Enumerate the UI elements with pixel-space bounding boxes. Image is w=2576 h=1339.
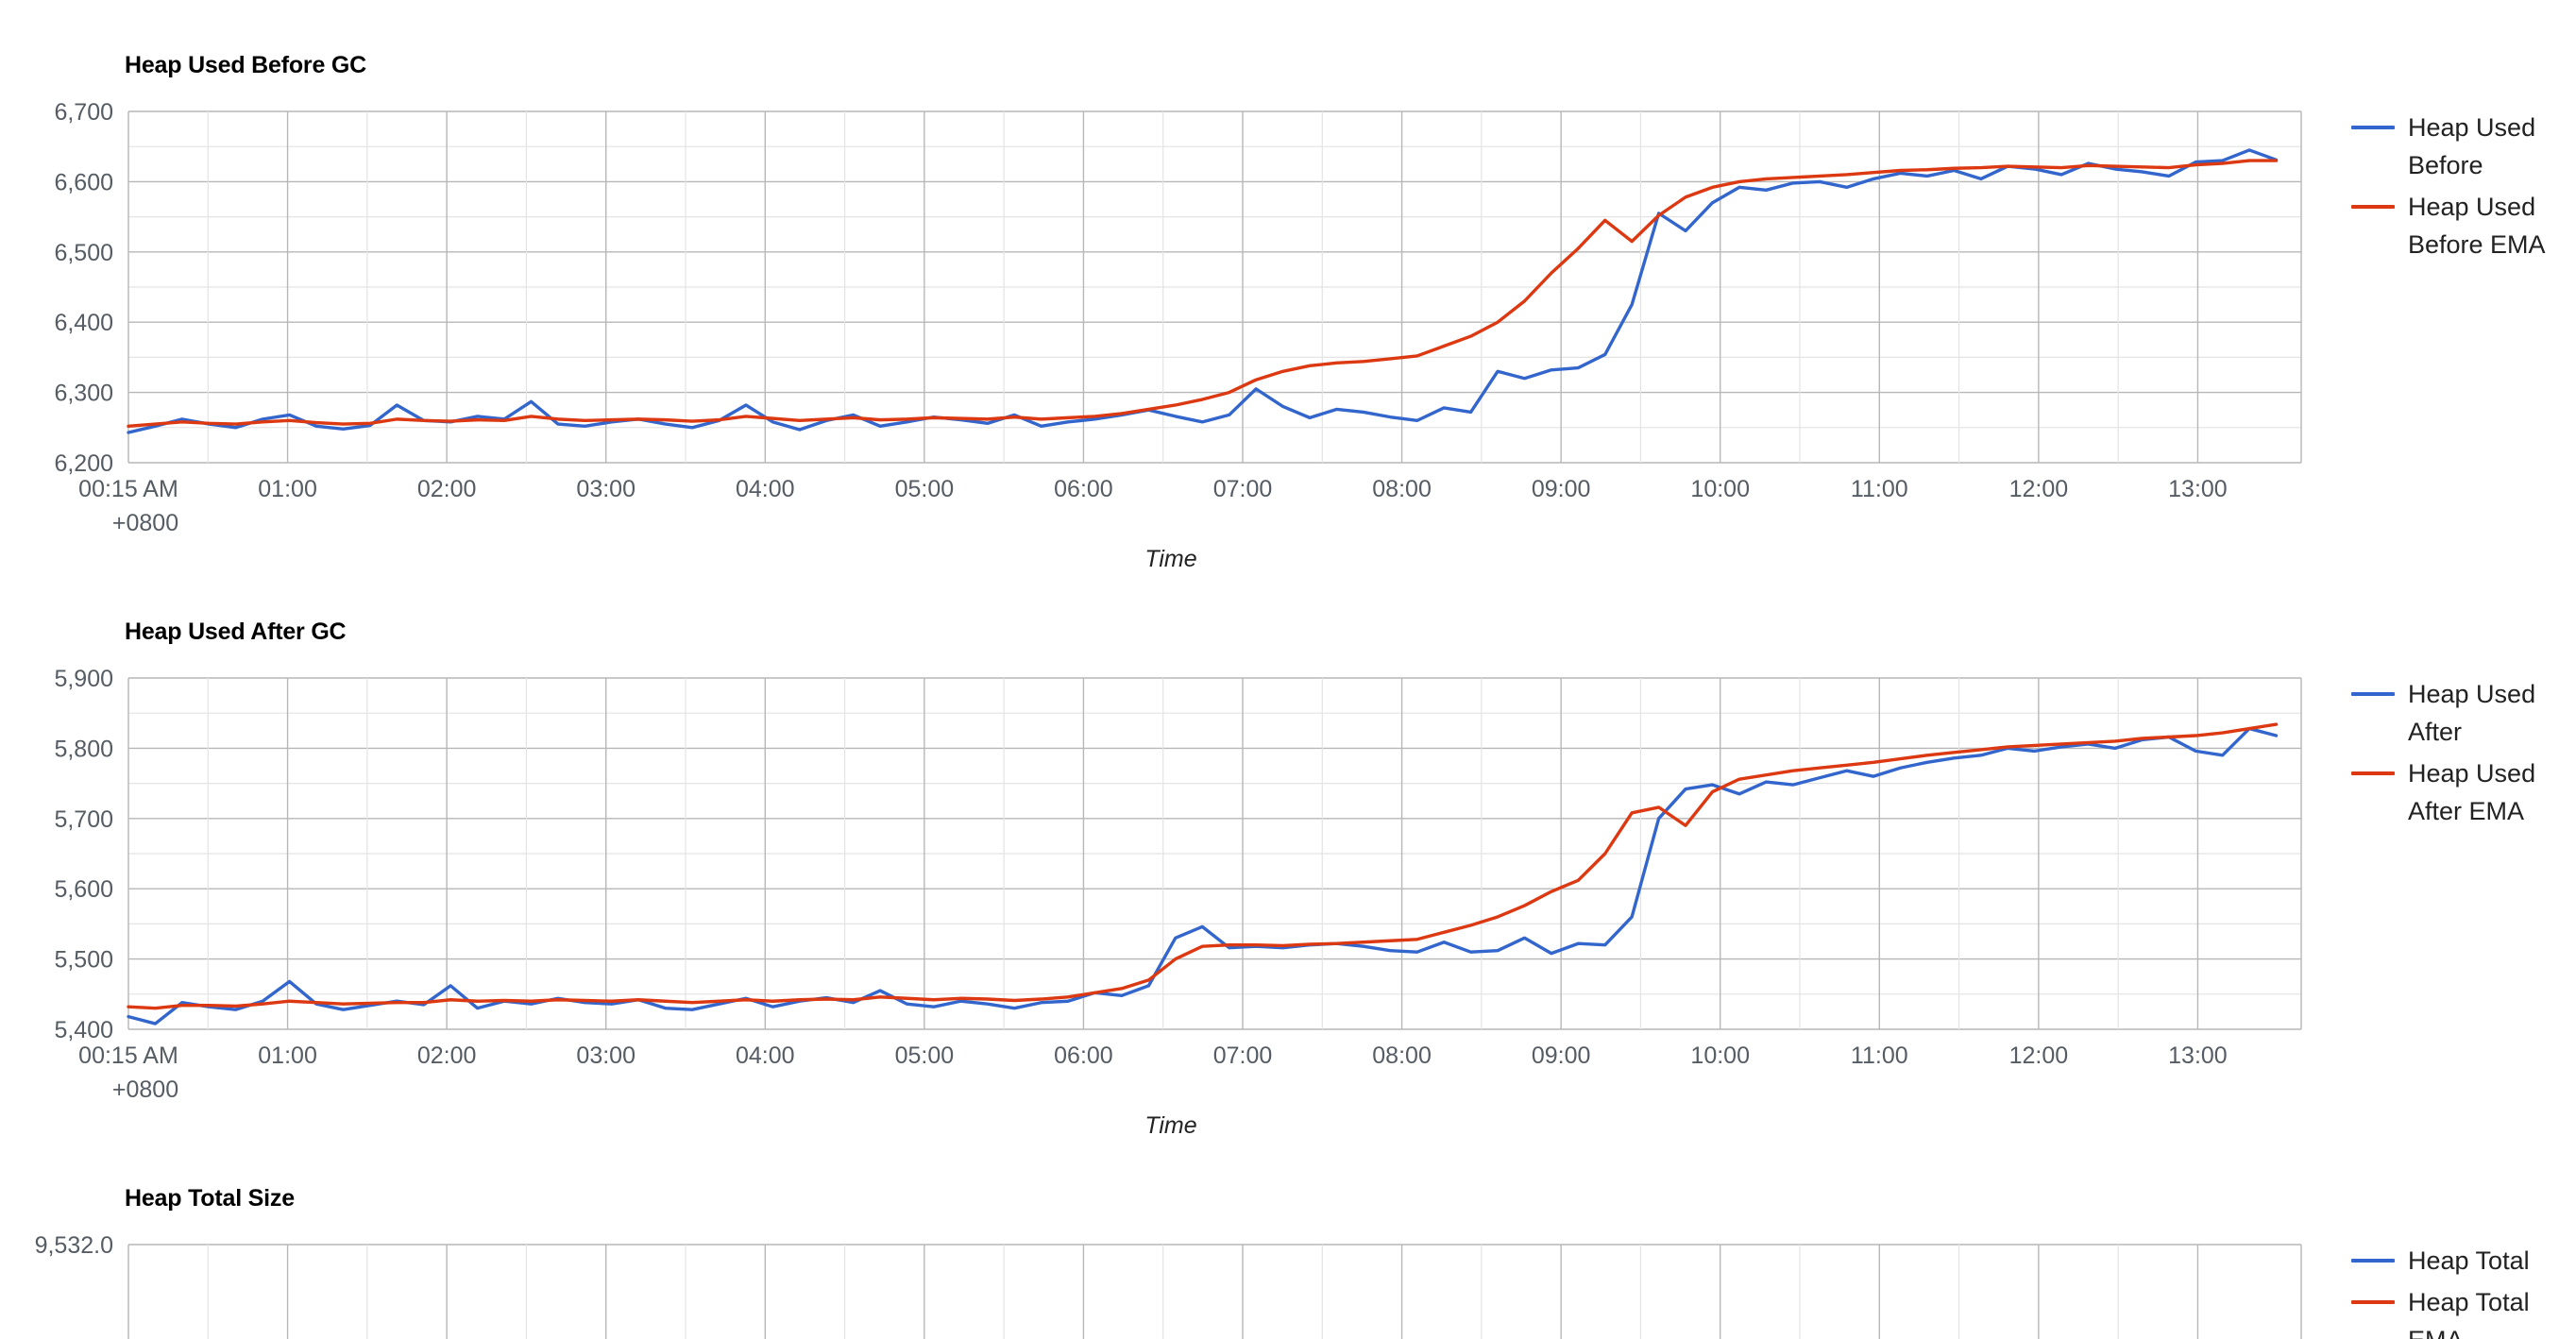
x-axis-tick-label: 09:00 — [1532, 1042, 1591, 1069]
legend-item[interactable]: Heap Used After — [2351, 675, 2576, 751]
legend-item-label: Heap Used After — [2408, 680, 2536, 746]
x-axis-tick-label: 11:00 — [1851, 1042, 1908, 1069]
y-axis-tick-label: 5,900 — [54, 666, 113, 692]
x-axis-tick-label: 08:00 — [1372, 476, 1432, 502]
x-axis-tick-label: 07:00 — [1213, 1042, 1273, 1069]
x-axis-tick-label: 00:15 AM — [78, 1042, 178, 1069]
x-axis-tick-label: 01:00 — [258, 476, 317, 502]
legend-item[interactable]: Heap Used After EMA — [2351, 754, 2576, 830]
legend-heap-used-before-gc: Heap Used Before Heap Used Before EMA — [2351, 109, 2576, 267]
chart-plot-heap-used-after-gc: 5,900 5,800 5,700 5,600 5,500 5,40000:15 AM +0… — [54, 666, 2302, 1103]
x-axis-tick-label: 06:00 — [1054, 1042, 1113, 1069]
chart-plot-heap-used-before-gc: 6,700 6,600 6,500 6,400 6,300 6,20000:15 AM +0… — [54, 99, 2302, 536]
x-axis-tick-label: 09:00 — [1532, 476, 1591, 502]
x-axis-tick-label: 01:00 — [258, 1042, 317, 1069]
panel-heap-used-before-gc: Heap Used Before GC 6,700 6,600 6,500 6,400… — [0, 0, 2576, 572]
legend-swatch-icon — [2351, 692, 2395, 696]
x-axis-tick-label: 03:00 — [576, 476, 636, 502]
legend-item-label: Heap Used After EMA — [2408, 759, 2536, 825]
x-axis-tick-label: 12:00 — [2009, 476, 2069, 502]
y-axis-tick-label: 9,532.0 — [35, 1232, 113, 1259]
x-axis-tick-label: 05:00 — [895, 476, 955, 502]
series-line-ema — [127, 722, 2279, 1010]
legend-swatch-icon — [2351, 771, 2395, 775]
series-line-ema — [127, 159, 2279, 429]
series-line-raw — [127, 148, 2279, 434]
y-axis-tick-label: 6,200 — [54, 450, 113, 477]
x-axis-tick-label: 04:00 — [736, 476, 795, 502]
y-axis-tick-label: 5,400 — [54, 1017, 113, 1043]
legend-item[interactable]: Heap Total EMA — [2351, 1283, 2576, 1339]
panel-heap-total-size: Heap Total Size 9,532.09,531.5 Heap Tota… — [0, 1133, 2576, 1339]
x-axis-tick-label: 12:00 — [2009, 1042, 2069, 1069]
legend-item[interactable]: Heap Used Before — [2351, 109, 2576, 184]
legend-item-label: Heap Total — [2408, 1246, 2530, 1275]
x-axis-tick-label: 03:00 — [576, 1042, 636, 1069]
y-axis-tick-label: 6,700 — [54, 99, 113, 126]
y-axis-tick-label: 5,800 — [54, 736, 113, 762]
x-axis-tick-label: 10:00 — [1690, 476, 1750, 502]
chart-plot-heap-total-size: 9,532.09,531.5 — [35, 1232, 2302, 1339]
legend-swatch-icon — [2351, 1300, 2395, 1304]
y-axis-tick-label: 6,600 — [54, 169, 113, 195]
legend-heap-used-after-gc: Heap Used After Heap Used After EMA — [2351, 675, 2576, 834]
legend-item-label: Heap Used Before — [2408, 113, 2536, 179]
legend-swatch-icon — [2351, 1259, 2395, 1263]
legend-heap-total-size: Heap Total Heap Total EMA — [2351, 1242, 2576, 1339]
x-axis-tick-label: 13:00 — [2168, 476, 2228, 502]
y-axis-tick-label: 6,300 — [54, 381, 113, 407]
legend-swatch-icon — [2351, 126, 2395, 129]
x-axis-tick-label: 13:00 — [2168, 1042, 2228, 1069]
x-axis-tick-label: 04:00 — [736, 1042, 795, 1069]
x-axis-tick-label: 00:15 AM — [78, 476, 178, 502]
x-axis-tick-label: 11:00 — [1851, 476, 1908, 502]
y-axis-tick-label: 6,500 — [54, 240, 113, 266]
y-axis-tick-label: 5,500 — [54, 947, 113, 974]
legend-swatch-icon — [2351, 205, 2395, 209]
x-axis-tick-label: 08:00 — [1372, 1042, 1432, 1069]
x-axis-tick-label: 05:00 — [895, 1042, 955, 1069]
y-axis-tick-label: 5,600 — [54, 876, 113, 903]
x-axis-tick-label: 06:00 — [1054, 476, 1113, 502]
legend-item[interactable]: Heap Total — [2351, 1242, 2576, 1280]
panel-heap-used-after-gc: Heap Used After GC 5,900 5,800 5,700 5,600 5… — [0, 567, 2576, 1139]
series-line-raw — [127, 726, 2279, 1025]
x-axis-tick-label: 10:00 — [1690, 1042, 1750, 1069]
x-axis-tick-label: 02:00 — [417, 476, 477, 502]
x-axis-tick-sublabel: +0800 — [112, 510, 178, 536]
chart-page: Heap Used Before GC 6,700 6,600 6,500 6,400… — [0, 0, 2576, 1339]
y-axis-tick-label: 5,700 — [54, 806, 113, 833]
legend-item[interactable]: Heap Used Before EMA — [2351, 188, 2576, 263]
legend-item-label: Heap Used Before EMA — [2408, 193, 2546, 259]
legend-item-label: Heap Total EMA — [2408, 1288, 2530, 1339]
x-axis-tick-label: 02:00 — [417, 1042, 477, 1069]
x-axis-tick-sublabel: +0800 — [112, 1076, 178, 1103]
y-axis-tick-label: 6,400 — [54, 310, 113, 336]
x-axis-tick-label: 07:00 — [1213, 476, 1273, 502]
